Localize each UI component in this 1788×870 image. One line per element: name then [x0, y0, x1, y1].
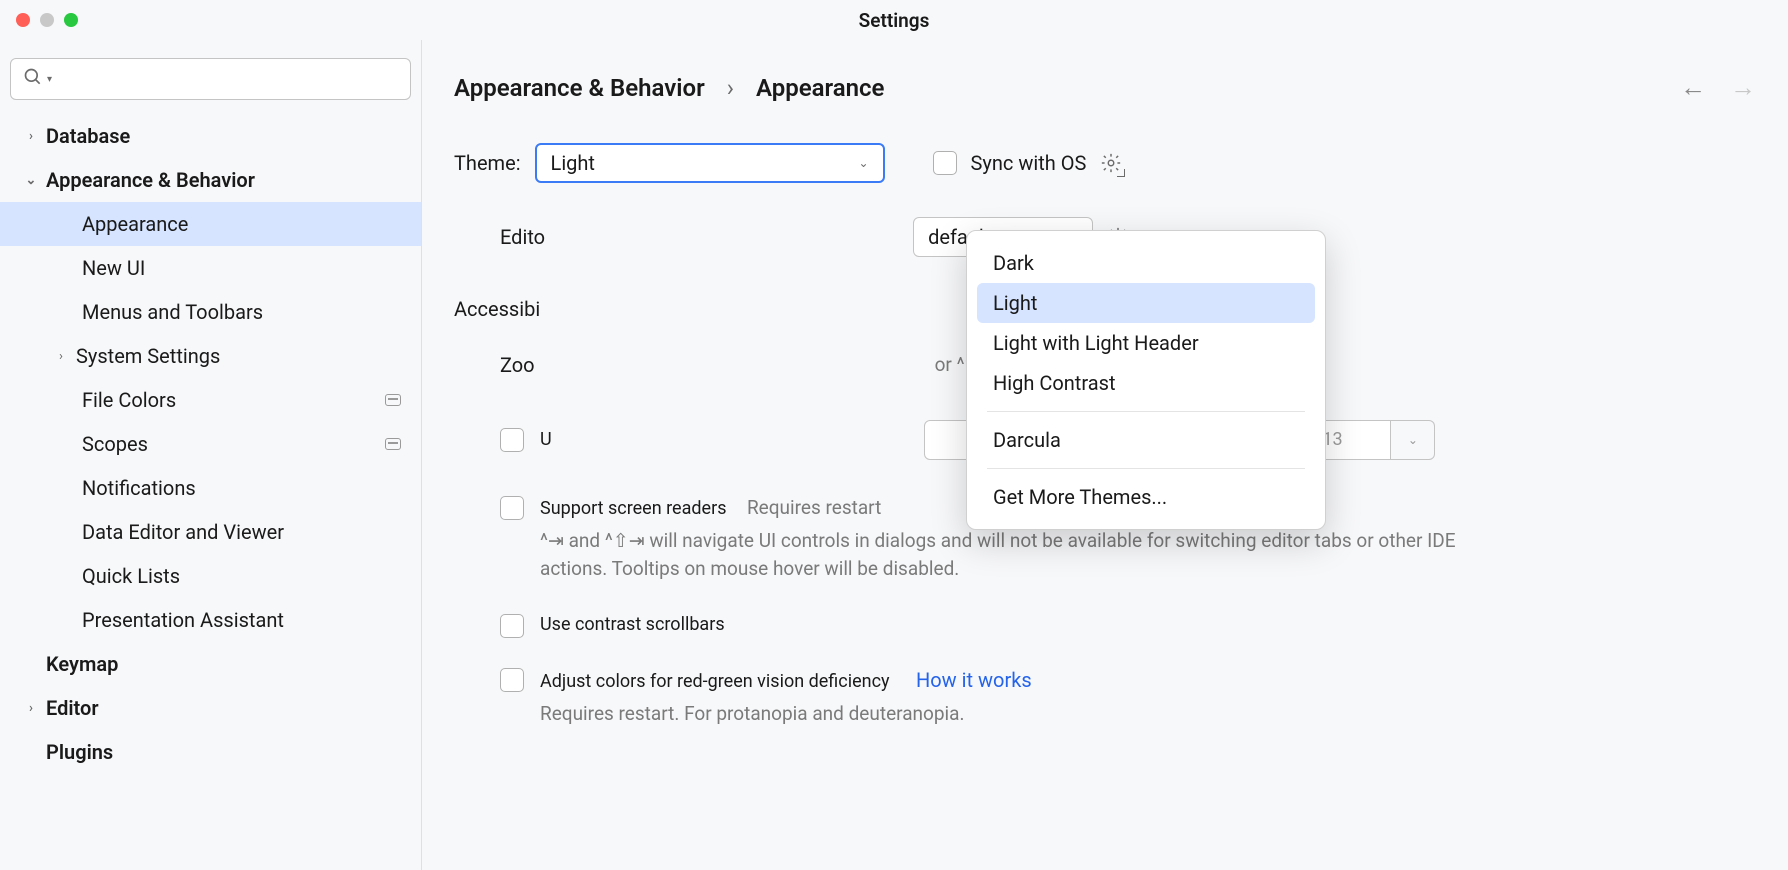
breadcrumb-current: Appearance [756, 74, 885, 102]
titlebar: Settings [0, 0, 1788, 40]
chevron-right-icon: › [24, 129, 38, 144]
chevron-down-icon: ⌄ [858, 156, 868, 170]
sidebar-item-label: Database [46, 124, 130, 148]
sidebar-item-keymap[interactable]: Keymap [0, 642, 421, 686]
sidebar-item-label: Editor [46, 696, 99, 720]
sidebar-item-notifications[interactable]: Notifications [0, 466, 421, 510]
chevron-down-icon: ⌄ [24, 173, 38, 188]
color-deficiency-checkbox[interactable] [500, 668, 524, 692]
sidebar-item-appearance[interactable]: Appearance [0, 202, 421, 246]
chevron-right-icon: › [54, 349, 68, 364]
screen-readers-checkbox[interactable] [500, 496, 524, 520]
sidebar-item-file-colors[interactable]: File Colors [0, 378, 421, 422]
gear-icon[interactable] [1100, 152, 1122, 174]
editor-scheme-label: Edito [500, 225, 545, 249]
sidebar-item-quick-lists[interactable]: Quick Lists [0, 554, 421, 598]
sidebar-item-scopes[interactable]: Scopes [0, 422, 421, 466]
settings-sidebar: ▾ › Database ⌄ Appearance & Behavior Appeara… [0, 40, 422, 870]
theme-option-get-more-themes-[interactable]: Get More Themes... [977, 477, 1315, 517]
window-title: Settings [859, 9, 930, 32]
breadcrumb-parent[interactable]: Appearance & Behavior [454, 74, 705, 102]
use-custom-font-label: U [540, 429, 552, 450]
sidebar-item-system-settings[interactable]: › System Settings [0, 334, 421, 378]
sidebar-item-database[interactable]: › Database [0, 114, 421, 158]
screen-readers-label: Support screen readers [540, 498, 726, 519]
window-maximize-button[interactable] [64, 13, 78, 27]
sidebar-item-label: File Colors [82, 388, 176, 412]
search-input[interactable]: ▾ [10, 58, 411, 100]
nav-back-button[interactable]: ← [1680, 72, 1706, 103]
sidebar-item-label: New UI [82, 256, 145, 280]
window-minimize-button[interactable] [40, 13, 54, 27]
breadcrumb-separator: › [727, 74, 734, 102]
project-level-badge-icon [385, 394, 401, 406]
theme-option-dark[interactable]: Dark [977, 243, 1315, 283]
dropdown-separator [987, 411, 1305, 412]
chevron-down-icon: ▾ [47, 74, 52, 85]
sidebar-item-label: Keymap [46, 652, 118, 676]
theme-select-value: Light [551, 151, 595, 175]
zoom-label: Zoo [500, 353, 535, 377]
sidebar-item-label: Quick Lists [82, 564, 180, 588]
sync-with-os-label: Sync with OS [971, 151, 1087, 175]
sidebar-item-label: Notifications [82, 476, 196, 500]
theme-dropdown-popup: DarkLightLight with Light HeaderHigh Con… [966, 230, 1326, 530]
sidebar-item-data-editor-and-viewer[interactable]: Data Editor and Viewer [0, 510, 421, 554]
screen-readers-hint: ^⇥ and ^⇧⇥ will navigate UI controls in … [540, 527, 1480, 584]
color-deficiency-label: Adjust colors for red-green vision defic… [540, 671, 890, 692]
theme-option-light[interactable]: Light [977, 283, 1315, 323]
contrast-scrollbars-label: Use contrast scrollbars [540, 614, 725, 635]
use-custom-font-checkbox[interactable] [500, 428, 524, 452]
project-level-badge-icon [385, 438, 401, 450]
breadcrumb: Appearance & Behavior › Appearance [454, 74, 884, 102]
chevron-right-icon: › [24, 701, 38, 716]
sidebar-item-label: System Settings [76, 344, 220, 368]
sidebar-item-label: Data Editor and Viewer [82, 520, 284, 544]
sidebar-item-label: Appearance [82, 212, 188, 236]
sidebar-item-appearance-behavior[interactable]: ⌄ Appearance & Behavior [0, 158, 421, 202]
sync-with-os-checkbox[interactable] [933, 151, 957, 175]
requires-restart-badge: Requires restart [747, 496, 881, 519]
how-it-works-link[interactable]: How it works [916, 668, 1032, 692]
dropdown-separator [987, 468, 1305, 469]
sidebar-item-menus-and-toolbars[interactable]: Menus and Toolbars [0, 290, 421, 334]
sidebar-item-label: Menus and Toolbars [82, 300, 263, 324]
sidebar-item-label: Presentation Assistant [82, 608, 284, 632]
theme-label: Theme: [454, 151, 521, 175]
sidebar-item-label: Plugins [46, 740, 113, 764]
search-icon [23, 67, 43, 92]
contrast-scrollbars-checkbox[interactable] [500, 614, 524, 638]
theme-option-darcula[interactable]: Darcula [977, 420, 1315, 460]
color-deficiency-hint: Requires restart. For protanopia and deu… [540, 700, 1032, 729]
theme-select[interactable]: Light ⌄ [535, 143, 885, 183]
sidebar-item-editor[interactable]: › Editor [0, 686, 421, 730]
nav-forward-button[interactable]: → [1730, 72, 1756, 103]
font-size-stepper[interactable]: ⌄ [1391, 420, 1435, 460]
theme-option-light-with-light-header[interactable]: Light with Light Header [977, 323, 1315, 363]
sidebar-item-presentation-assistant[interactable]: Presentation Assistant [0, 598, 421, 642]
sidebar-item-label: Scopes [82, 432, 148, 456]
window-close-button[interactable] [16, 13, 30, 27]
sidebar-item-plugins[interactable]: Plugins [0, 730, 421, 774]
sidebar-item-new-ui[interactable]: New UI [0, 246, 421, 290]
theme-option-high-contrast[interactable]: High Contrast [977, 363, 1315, 403]
sidebar-item-label: Appearance & Behavior [46, 168, 255, 192]
settings-content: Appearance & Behavior › Appearance ← → T… [422, 40, 1788, 870]
